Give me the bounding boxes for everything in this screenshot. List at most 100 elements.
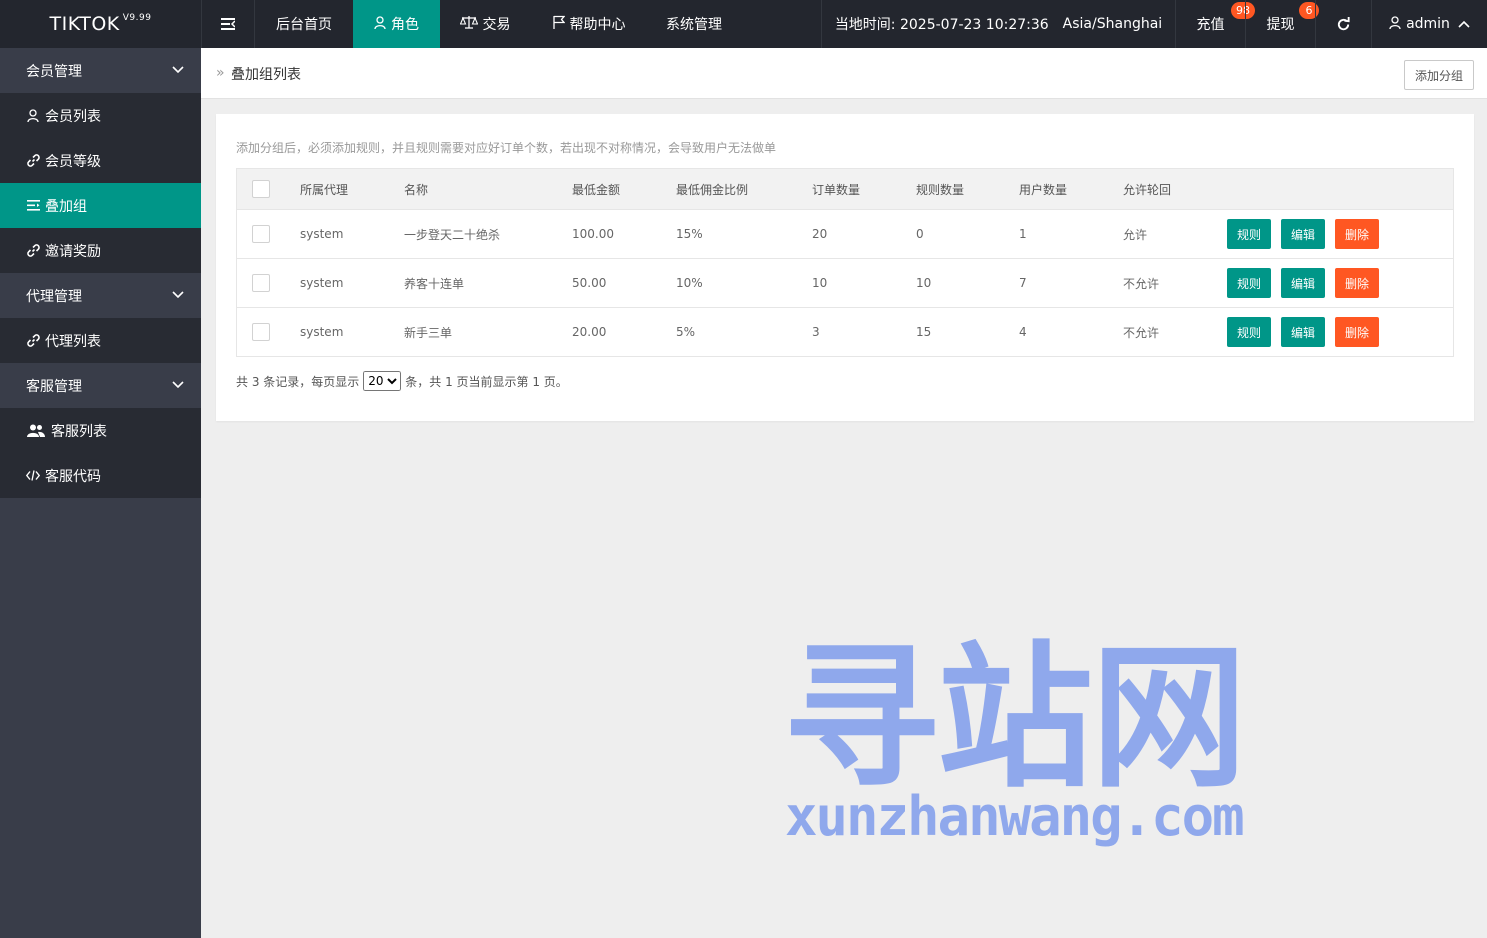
add-group-button[interactable]: 添加分组 [1404, 60, 1474, 90]
cell-agent: system [300, 325, 344, 339]
local-time: 当地时间: 2025-07-23 10:27:36 Asia/Shanghai [822, 0, 1175, 48]
delete-button[interactable]: 删除 [1335, 317, 1379, 347]
sidebar-group-label: 会员管理 [26, 63, 82, 80]
cell-min-rate: 10% [676, 276, 703, 290]
page-title: 叠加组列表 [231, 67, 301, 83]
sidebar-item-overlay-group[interactable]: 叠加组 [0, 183, 201, 228]
sidebar-item-service-code[interactable]: 客服代码 [0, 453, 201, 498]
rule-button[interactable]: 规则 [1227, 268, 1271, 298]
sidebar-group-label: 客服管理 [26, 378, 82, 395]
rule-button[interactable]: 规则 [1227, 317, 1271, 347]
nav-role[interactable]: 角色 [353, 0, 440, 48]
pager-prefix: 共 3 条记录，每页显示 [236, 374, 360, 389]
link-icon [26, 154, 40, 167]
cell-rules: 15 [916, 325, 932, 339]
table-row: system 一步登天二十绝杀 100.00 15% 20 0 1 允许 规则 … [237, 209, 1453, 258]
cell-loop: 允许 [1123, 227, 1148, 242]
notice-text: 添加分组后，必须添加规则，并且规则需要对应好订单个数，若出现不对称情况，会导致用… [236, 141, 777, 155]
sidebar-item-member-level[interactable]: 会员等级 [0, 138, 201, 183]
sidebar-item-agent-list[interactable]: 代理列表 [0, 318, 201, 363]
cell-min-amount: 20.00 [572, 325, 607, 339]
delete-button[interactable]: 删除 [1335, 219, 1379, 249]
select-all-checkbox[interactable] [252, 180, 270, 198]
cell-loop: 不允许 [1123, 325, 1160, 340]
column-header: 规则数量 [916, 182, 965, 197]
column-header: 用户数量 [1019, 182, 1068, 197]
page-size-select[interactable]: 20 [363, 371, 402, 391]
sidebar-item-member-list[interactable]: 会员列表 [0, 93, 201, 138]
nav-system[interactable]: 系统管理 [648, 0, 740, 48]
row-checkbox[interactable] [252, 274, 270, 292]
cell-users: 1 [1019, 227, 1027, 241]
link-icon [26, 334, 40, 347]
sidebar-item-label: 邀请奖励 [45, 243, 101, 260]
cell-agent: system [300, 227, 344, 241]
logo-text: TIKTOK [49, 13, 120, 35]
sidebar: 会员管理 会员列表 会员等级 叠加组 邀请奖励 代理管理 代理列表 客服管理 客… [0, 48, 201, 938]
content-card: 添加分组后，必须添加规则，并且规则需要对应好订单个数，若出现不对称情况，会导致用… [216, 114, 1474, 421]
sidebar-item-label: 客服列表 [51, 423, 107, 440]
app-logo[interactable]: TIKTOK V9.99 [0, 0, 201, 48]
refresh-button[interactable] [1316, 0, 1371, 48]
sidebar-group-label: 代理管理 [26, 288, 82, 305]
sidebar-item-service-list[interactable]: 客服列表 [0, 408, 201, 453]
cell-rules: 0 [916, 227, 924, 241]
timezone-text: Asia/Shanghai [1062, 16, 1163, 32]
group-table: 所属代理 名称 最低金额 最低佣金比例 订单数量 规则数量 用户数量 允许轮回 … [236, 168, 1454, 357]
column-header: 最低佣金比例 [676, 182, 749, 197]
link-icon [26, 244, 40, 257]
cell-min-rate: 15% [676, 227, 703, 241]
cell-orders: 3 [812, 325, 820, 339]
table-row: system 养客十连单 50.00 10% 10 10 7 不允许 规则 编辑… [237, 258, 1453, 307]
menu-toggle-button[interactable] [202, 0, 254, 48]
sidebar-group-member[interactable]: 会员管理 [0, 48, 201, 93]
users-icon [26, 424, 46, 437]
row-checkbox[interactable] [252, 225, 270, 243]
user-menu[interactable]: admin [1372, 0, 1487, 48]
edit-button[interactable]: 编辑 [1281, 317, 1325, 347]
nav-label: 帮助中心 [569, 17, 626, 33]
edit-button[interactable]: 编辑 [1281, 268, 1325, 298]
rule-button[interactable]: 规则 [1227, 219, 1271, 249]
version-label: V9.99 [122, 13, 152, 23]
sidebar-item-label: 客服代码 [45, 468, 101, 485]
username: admin [1406, 16, 1450, 32]
nav-home[interactable]: 后台首页 [255, 0, 353, 48]
refresh-icon [1337, 16, 1350, 30]
balance-scale-icon [459, 15, 478, 33]
pagination: 共 3 条记录，每页显示 20 条，共 1 页当前显示第 1 页。 [236, 371, 568, 391]
delete-button[interactable]: 删除 [1335, 268, 1379, 298]
withdraw-label: 提现 [1266, 17, 1295, 33]
sidebar-item-invite-reward[interactable]: 邀请奖励 [0, 228, 201, 273]
cell-rules: 10 [916, 276, 932, 290]
row-checkbox[interactable] [252, 323, 270, 341]
cell-min-amount: 100.00 [572, 227, 614, 241]
recharge-label: 充值 [1196, 17, 1225, 33]
cell-min-amount: 50.00 [572, 276, 607, 290]
cell-users: 7 [1019, 276, 1027, 290]
sidebar-group-service[interactable]: 客服管理 [0, 363, 201, 408]
sidebar-group-agent[interactable]: 代理管理 [0, 273, 201, 318]
table-row: system 新手三单 20.00 5% 3 15 4 不允许 规则 编辑 删除 [237, 307, 1453, 356]
top-header: TIKTOK V9.99 后台首页 角色 交易 帮助中心 系统管理 当地时间: 2… [0, 0, 1487, 48]
cell-agent: system [300, 276, 344, 290]
chevron-down-icon [172, 291, 184, 299]
nav-help[interactable]: 帮助中心 [530, 0, 648, 48]
nav-label: 角色 [391, 17, 419, 33]
code-icon [26, 470, 40, 481]
nav-label: 系统管理 [666, 17, 722, 33]
sidebar-item-label: 叠加组 [45, 198, 87, 215]
nav-trade[interactable]: 交易 [440, 0, 530, 48]
table-header: 所属代理 名称 最低金额 最低佣金比例 订单数量 规则数量 用户数量 允许轮回 [237, 169, 1453, 209]
cell-name: 一步登天二十绝杀 [404, 227, 501, 242]
sidebar-item-label: 会员列表 [45, 108, 101, 125]
edit-button[interactable]: 编辑 [1281, 219, 1325, 249]
flag-icon [552, 15, 565, 33]
user-icon [1389, 15, 1401, 33]
double-chevron-right-icon: » [216, 65, 225, 81]
breadcrumb: » 叠加组列表 添加分组 [201, 48, 1487, 99]
column-header: 最低金额 [572, 182, 621, 197]
pager-suffix: 条，共 1 页当前显示第 1 页。 [405, 374, 568, 389]
cell-orders: 20 [812, 227, 828, 241]
menu-fold-icon [221, 18, 235, 30]
